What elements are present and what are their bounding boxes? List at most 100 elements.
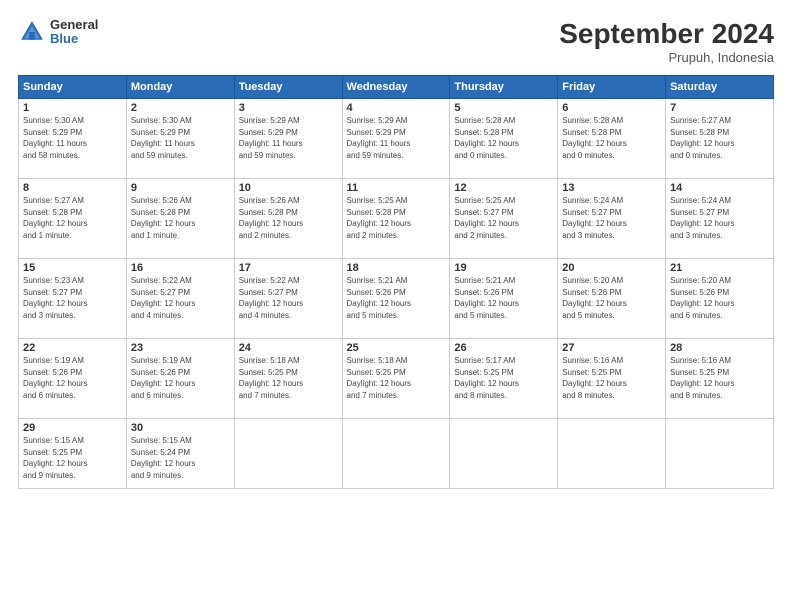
day-info: Sunrise: 5:30 AMSunset: 5:29 PMDaylight:… (23, 115, 122, 161)
day-number: 8 (23, 182, 122, 194)
location: Prupuh, Indonesia (559, 50, 774, 65)
day-info: Sunrise: 5:18 AMSunset: 5:25 PMDaylight:… (239, 355, 338, 401)
day-number: 30 (131, 422, 230, 434)
logo: General Blue (18, 18, 98, 47)
day-info: Sunrise: 5:15 AMSunset: 5:24 PMDaylight:… (131, 435, 230, 481)
day-number: 25 (347, 342, 446, 354)
table-row: 19Sunrise: 5:21 AMSunset: 5:26 PMDayligh… (450, 259, 558, 339)
table-row: 9Sunrise: 5:26 AMSunset: 5:28 PMDaylight… (126, 179, 234, 259)
table-row: 7Sunrise: 5:27 AMSunset: 5:28 PMDaylight… (666, 99, 774, 179)
table-row: 11Sunrise: 5:25 AMSunset: 5:28 PMDayligh… (342, 179, 450, 259)
table-row: 29Sunrise: 5:15 AMSunset: 5:25 PMDayligh… (19, 419, 127, 489)
day-number: 21 (670, 262, 769, 274)
day-info: Sunrise: 5:25 AMSunset: 5:28 PMDaylight:… (347, 195, 446, 241)
header: General Blue September 2024 Prupuh, Indo… (18, 18, 774, 65)
logo-text: General Blue (50, 18, 98, 47)
day-info: Sunrise: 5:16 AMSunset: 5:25 PMDaylight:… (562, 355, 661, 401)
title-block: September 2024 Prupuh, Indonesia (559, 18, 774, 65)
day-info: Sunrise: 5:29 AMSunset: 5:29 PMDaylight:… (239, 115, 338, 161)
day-info: Sunrise: 5:26 AMSunset: 5:28 PMDaylight:… (131, 195, 230, 241)
table-row: 23Sunrise: 5:19 AMSunset: 5:26 PMDayligh… (126, 339, 234, 419)
table-row: 27Sunrise: 5:16 AMSunset: 5:25 PMDayligh… (558, 339, 666, 419)
table-row: 18Sunrise: 5:21 AMSunset: 5:26 PMDayligh… (342, 259, 450, 339)
calendar-header-row: Sunday Monday Tuesday Wednesday Thursday… (19, 76, 774, 99)
table-row: 8Sunrise: 5:27 AMSunset: 5:28 PMDaylight… (19, 179, 127, 259)
day-number: 13 (562, 182, 661, 194)
table-row: 15Sunrise: 5:23 AMSunset: 5:27 PMDayligh… (19, 259, 127, 339)
day-info: Sunrise: 5:24 AMSunset: 5:27 PMDaylight:… (562, 195, 661, 241)
col-friday: Friday (558, 76, 666, 99)
calendar-week-row: 8Sunrise: 5:27 AMSunset: 5:28 PMDaylight… (19, 179, 774, 259)
table-row: 12Sunrise: 5:25 AMSunset: 5:27 PMDayligh… (450, 179, 558, 259)
day-number: 27 (562, 342, 661, 354)
day-info: Sunrise: 5:15 AMSunset: 5:25 PMDaylight:… (23, 435, 122, 481)
table-row: 10Sunrise: 5:26 AMSunset: 5:28 PMDayligh… (234, 179, 342, 259)
logo-general-text: General (50, 18, 98, 32)
day-number: 23 (131, 342, 230, 354)
day-info: Sunrise: 5:27 AMSunset: 5:28 PMDaylight:… (670, 115, 769, 161)
table-row: 6Sunrise: 5:28 AMSunset: 5:28 PMDaylight… (558, 99, 666, 179)
calendar-week-row: 15Sunrise: 5:23 AMSunset: 5:27 PMDayligh… (19, 259, 774, 339)
day-number: 20 (562, 262, 661, 274)
day-number: 19 (454, 262, 553, 274)
table-row: 5Sunrise: 5:28 AMSunset: 5:28 PMDaylight… (450, 99, 558, 179)
table-row: 1Sunrise: 5:30 AMSunset: 5:29 PMDaylight… (19, 99, 127, 179)
table-row (342, 419, 450, 489)
day-info: Sunrise: 5:30 AMSunset: 5:29 PMDaylight:… (131, 115, 230, 161)
table-row: 30Sunrise: 5:15 AMSunset: 5:24 PMDayligh… (126, 419, 234, 489)
table-row (666, 419, 774, 489)
table-row: 13Sunrise: 5:24 AMSunset: 5:27 PMDayligh… (558, 179, 666, 259)
day-number: 6 (562, 102, 661, 114)
col-thursday: Thursday (450, 76, 558, 99)
col-monday: Monday (126, 76, 234, 99)
day-info: Sunrise: 5:23 AMSunset: 5:27 PMDaylight:… (23, 275, 122, 321)
day-info: Sunrise: 5:17 AMSunset: 5:25 PMDaylight:… (454, 355, 553, 401)
day-number: 22 (23, 342, 122, 354)
table-row (558, 419, 666, 489)
day-info: Sunrise: 5:16 AMSunset: 5:25 PMDaylight:… (670, 355, 769, 401)
table-row: 3Sunrise: 5:29 AMSunset: 5:29 PMDaylight… (234, 99, 342, 179)
day-number: 16 (131, 262, 230, 274)
day-info: Sunrise: 5:22 AMSunset: 5:27 PMDaylight:… (239, 275, 338, 321)
day-number: 28 (670, 342, 769, 354)
day-number: 11 (347, 182, 446, 194)
page: General Blue September 2024 Prupuh, Indo… (0, 0, 792, 612)
day-number: 7 (670, 102, 769, 114)
day-info: Sunrise: 5:25 AMSunset: 5:27 PMDaylight:… (454, 195, 553, 241)
table-row (450, 419, 558, 489)
table-row: 20Sunrise: 5:20 AMSunset: 5:26 PMDayligh… (558, 259, 666, 339)
day-info: Sunrise: 5:27 AMSunset: 5:28 PMDaylight:… (23, 195, 122, 241)
day-info: Sunrise: 5:28 AMSunset: 5:28 PMDaylight:… (454, 115, 553, 161)
day-info: Sunrise: 5:19 AMSunset: 5:26 PMDaylight:… (131, 355, 230, 401)
day-number: 26 (454, 342, 553, 354)
day-number: 12 (454, 182, 553, 194)
day-info: Sunrise: 5:26 AMSunset: 5:28 PMDaylight:… (239, 195, 338, 241)
table-row: 24Sunrise: 5:18 AMSunset: 5:25 PMDayligh… (234, 339, 342, 419)
table-row (234, 419, 342, 489)
day-number: 14 (670, 182, 769, 194)
col-tuesday: Tuesday (234, 76, 342, 99)
day-number: 1 (23, 102, 122, 114)
table-row: 25Sunrise: 5:18 AMSunset: 5:25 PMDayligh… (342, 339, 450, 419)
logo-icon (18, 18, 46, 46)
day-info: Sunrise: 5:21 AMSunset: 5:26 PMDaylight:… (347, 275, 446, 321)
logo-blue-text: Blue (50, 32, 98, 46)
table-row: 2Sunrise: 5:30 AMSunset: 5:29 PMDaylight… (126, 99, 234, 179)
day-number: 2 (131, 102, 230, 114)
day-info: Sunrise: 5:20 AMSunset: 5:26 PMDaylight:… (670, 275, 769, 321)
day-number: 10 (239, 182, 338, 194)
calendar-week-row: 1Sunrise: 5:30 AMSunset: 5:29 PMDaylight… (19, 99, 774, 179)
calendar-week-row: 22 Sunrise: 5:19 AMSunset: 5:26 PMDayligh… (19, 339, 774, 419)
table-row: 28Sunrise: 5:16 AMSunset: 5:25 PMDayligh… (666, 339, 774, 419)
day-info: Sunrise: 5:20 AMSunset: 5:26 PMDaylight:… (562, 275, 661, 321)
day-info: Sunrise: 5:24 AMSunset: 5:27 PMDaylight:… (670, 195, 769, 241)
day-number: 5 (454, 102, 553, 114)
day-number: 24 (239, 342, 338, 354)
table-row: 14Sunrise: 5:24 AMSunset: 5:27 PMDayligh… (666, 179, 774, 259)
col-sunday: Sunday (19, 76, 127, 99)
day-number: 3 (239, 102, 338, 114)
day-number: 17 (239, 262, 338, 274)
day-info: Sunrise: 5:18 AMSunset: 5:25 PMDaylight:… (347, 355, 446, 401)
calendar-week-row: 29Sunrise: 5:15 AMSunset: 5:25 PMDayligh… (19, 419, 774, 489)
day-info: Sunrise: 5:22 AMSunset: 5:27 PMDaylight:… (131, 275, 230, 321)
